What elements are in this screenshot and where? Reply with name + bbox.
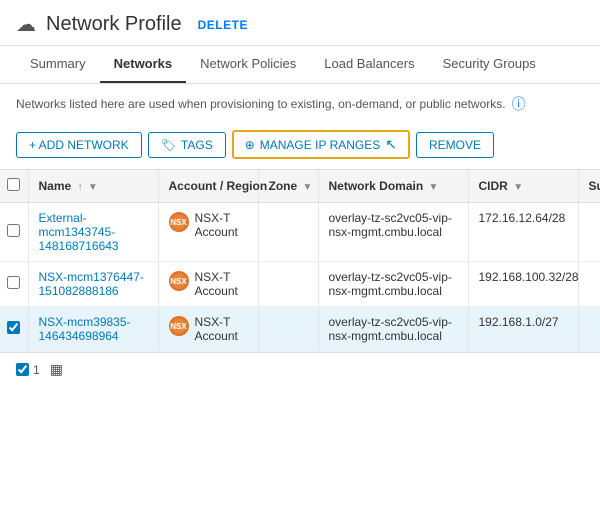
table-row: NSX-mcm1376447-151082888186 NSX NSX-T Ac…	[0, 262, 600, 307]
tag-icon: 🏷	[161, 138, 176, 152]
table-row: External-mcm1343745-148168716643 NSX NSX…	[0, 203, 600, 262]
zone-filter-icon[interactable]: ▼	[303, 182, 313, 193]
row-checkbox-2[interactable]	[7, 276, 20, 289]
info-bar: Networks listed here are used when provi…	[0, 84, 600, 124]
table-footer: 1 ▦	[0, 352, 600, 386]
row-domain-3: overlay-tz-sc2vc05-vip-nsx-mgmt.cmbu.loc…	[318, 307, 468, 352]
cloud-icon: ☁	[16, 12, 36, 37]
row-checkbox-cell-1[interactable]	[0, 203, 28, 262]
row-account-3: NSX NSX-T Account	[158, 307, 258, 352]
account-cell-3: NSX NSX-T Account	[169, 315, 248, 343]
row-cidr-1: 172.16.12.64/28	[468, 203, 578, 262]
tags-button[interactable]: 🏷 TAGS	[148, 132, 226, 158]
manage-ip-label: MANAGE IP RANGES	[260, 138, 380, 152]
account-cell-2: NSX NSX-T Account	[169, 270, 248, 298]
manage-ip-ranges-button[interactable]: ⊕ MANAGE IP RANGES ↖	[232, 130, 410, 159]
row-checkbox-1[interactable]	[7, 224, 20, 237]
row-domain-1: overlay-tz-sc2vc05-vip-nsx-mgmt.cmbu.loc…	[318, 203, 468, 262]
row-domain-2: overlay-tz-sc2vc05-vip-nsx-mgmt.cmbu.loc…	[318, 262, 468, 307]
remove-button[interactable]: REMOVE	[416, 132, 494, 158]
table-row: NSX-mcm39835-146434698964 NSX NSX-T Acco…	[0, 307, 600, 352]
col-header-cidr: CIDR ▼	[468, 170, 578, 203]
select-all-header[interactable]	[0, 170, 28, 203]
footer-count: 1	[16, 363, 40, 377]
domain-filter-icon[interactable]: ▼	[429, 182, 439, 193]
info-text: Networks listed here are used when provi…	[16, 97, 506, 111]
row-cidr-2: 192.168.100.32/28	[468, 262, 578, 307]
account-name-2: NSX-T Account	[195, 270, 248, 298]
manage-ip-icon: ⊕	[245, 138, 255, 152]
tab-security-groups[interactable]: Security Groups	[429, 46, 550, 83]
account-name-3: NSX-T Account	[195, 315, 248, 343]
name-filter-icon[interactable]: ▼	[88, 182, 98, 193]
row-zone-3	[258, 307, 318, 352]
nsx-icon-3: NSX	[169, 316, 189, 336]
name-sort-icon[interactable]: ↑	[78, 182, 83, 193]
add-network-button[interactable]: + ADD NETWORK	[16, 132, 142, 158]
col-header-domain: Network Domain ▼	[318, 170, 468, 203]
account-name-1: NSX-T Account	[195, 211, 248, 239]
delete-link[interactable]: DELETE	[198, 18, 248, 32]
select-all-checkbox[interactable]	[7, 178, 20, 191]
columns-icon[interactable]: ▦	[50, 361, 63, 378]
tab-network-policies[interactable]: Network Policies	[186, 46, 310, 83]
nsx-icon-1: NSX	[169, 212, 189, 232]
row-su-1	[578, 203, 600, 262]
account-cell-1: NSX NSX-T Account	[169, 211, 248, 239]
cidr-filter-icon[interactable]: ▼	[513, 182, 523, 193]
add-network-label: + ADD NETWORK	[29, 138, 129, 152]
page-title: Network Profile	[46, 13, 182, 36]
row-cidr-3: 192.168.1.0/27	[468, 307, 578, 352]
row-name-3[interactable]: NSX-mcm39835-146434698964	[28, 307, 158, 352]
row-checkbox-cell-2[interactable]	[0, 262, 28, 307]
tab-summary[interactable]: Summary	[16, 46, 100, 83]
networks-table: Name ↑ ▼ Account / Region Zone ▼ Network…	[0, 170, 600, 352]
col-header-account: Account / Region	[158, 170, 258, 203]
tab-networks[interactable]: Networks	[100, 46, 187, 83]
footer-checkbox[interactable]	[16, 363, 29, 376]
tabs-bar: Summary Networks Network Policies Load B…	[0, 46, 600, 84]
info-icon[interactable]: ⓘ	[512, 94, 526, 114]
toolbar: + ADD NETWORK 🏷 TAGS ⊕ MANAGE IP RANGES …	[0, 124, 600, 169]
row-name-1[interactable]: External-mcm1343745-148168716643	[28, 203, 158, 262]
page-header: ☁ Network Profile DELETE	[0, 0, 600, 46]
row-name-2[interactable]: NSX-mcm1376447-151082888186	[28, 262, 158, 307]
row-checkbox-3[interactable]	[7, 321, 20, 334]
row-checkbox-cell-3[interactable]	[0, 307, 28, 352]
table-header-row: Name ↑ ▼ Account / Region Zone ▼ Network…	[0, 170, 600, 203]
col-header-name: Name ↑ ▼	[28, 170, 158, 203]
row-zone-1	[258, 203, 318, 262]
row-su-3	[578, 307, 600, 352]
tab-load-balancers[interactable]: Load Balancers	[310, 46, 428, 83]
row-account-2: NSX NSX-T Account	[158, 262, 258, 307]
row-account-1: NSX NSX-T Account	[158, 203, 258, 262]
networks-table-container: Name ↑ ▼ Account / Region Zone ▼ Network…	[0, 169, 600, 352]
row-su-2	[578, 262, 600, 307]
nsx-icon-2: NSX	[169, 271, 189, 291]
row-zone-2	[258, 262, 318, 307]
selected-count: 1	[33, 363, 40, 377]
tags-label: TAGS	[181, 138, 213, 152]
remove-label: REMOVE	[429, 138, 481, 152]
cursor-icon: ↖	[385, 136, 397, 153]
col-header-su: Su Pu	[578, 170, 600, 203]
